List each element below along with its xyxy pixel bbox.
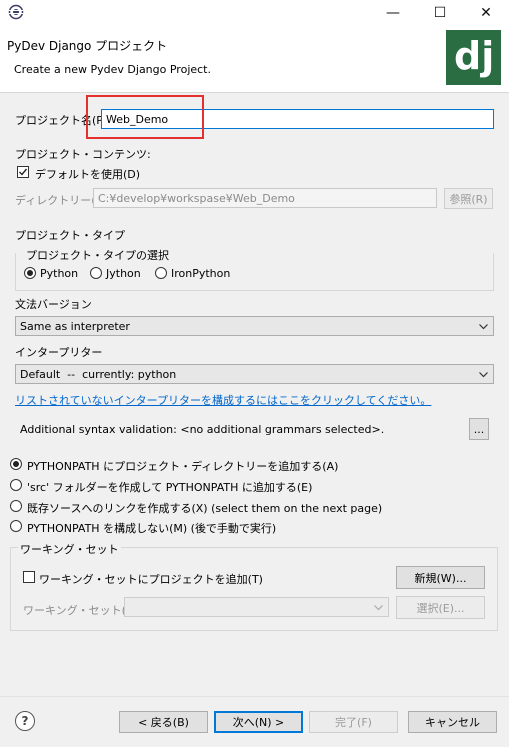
radio-create-src[interactable] xyxy=(10,479,22,491)
next-button[interactable]: 次へ(N) > xyxy=(214,711,303,733)
grammar-version-value: Same as interpreter xyxy=(20,319,130,333)
radio-link-existing[interactable] xyxy=(10,500,22,512)
django-logo: dj xyxy=(446,30,501,85)
wizard-title: PyDev Django プロジェクト xyxy=(7,39,168,53)
wizard-header: PyDev Django プロジェクト Create a new Pydev D… xyxy=(0,26,509,92)
project-type-group-label: プロジェクト・タイプの選択 xyxy=(24,247,171,263)
add-working-set-checkbox[interactable] xyxy=(23,571,35,583)
use-default-label: デフォルトを使用(D) xyxy=(35,168,141,181)
back-button[interactable]: < 戻る(B) xyxy=(119,711,208,733)
radio-no-config-label: PYTHONPATH を構成しない(M) (後で手動で実行) xyxy=(27,522,277,535)
radio-add-project-dir-label: PYTHONPATH にプロジェクト・ディレクトリーを追加する(A) xyxy=(27,460,339,473)
syntax-validation-button[interactable]: ... xyxy=(469,418,489,440)
directory-input[interactable]: C:¥develop¥workspase¥Web_Demo xyxy=(93,188,437,208)
maximize-button[interactable]: ☐ xyxy=(418,0,462,26)
footer-divider xyxy=(0,696,509,697)
interpreter-value: Default -- currently: python xyxy=(20,367,177,381)
select-working-set-button[interactable]: 選択(E)... xyxy=(396,596,485,619)
close-button[interactable]: ✕ xyxy=(464,0,508,26)
radio-create-src-label: 'src' フォルダーを作成して PYTHONPATH に追加する(E) xyxy=(27,481,313,494)
radio-python[interactable] xyxy=(24,267,36,279)
title-bar: — ☐ ✕ xyxy=(0,0,509,26)
minimize-button[interactable]: — xyxy=(371,0,415,26)
radio-jython[interactable] xyxy=(90,267,102,279)
radio-add-project-dir[interactable] xyxy=(10,458,22,470)
add-working-set-label: ワーキング・セットにプロジェクトを追加(T) xyxy=(39,573,263,586)
radio-ironpython[interactable] xyxy=(155,267,167,279)
grammar-version-select[interactable]: Same as interpreter xyxy=(15,316,494,336)
grammar-version-label: 文法バージョン xyxy=(15,298,92,311)
project-type-section-label: プロジェクト・タイプ xyxy=(15,229,125,242)
new-working-set-button[interactable]: 新規(W)... xyxy=(396,566,485,589)
working-set-group-label: ワーキング・セット xyxy=(18,541,121,557)
header-divider xyxy=(0,92,509,93)
use-default-checkbox[interactable] xyxy=(17,166,29,178)
cancel-button[interactable]: キャンセル xyxy=(408,711,497,733)
chevron-down-icon xyxy=(479,324,488,330)
help-icon[interactable]: ? xyxy=(15,711,35,731)
project-name-label: プロジェクト名(P): xyxy=(15,114,111,127)
eclipse-icon xyxy=(8,4,24,20)
checkmark-icon xyxy=(19,168,28,176)
interpreter-select[interactable]: Default -- currently: python xyxy=(15,364,494,384)
browse-button[interactable]: 参照(R) xyxy=(444,188,493,209)
project-contents-label: プロジェクト・コンテンツ: xyxy=(15,148,151,161)
chevron-down-icon xyxy=(374,605,383,611)
radio-link-existing-label: 既存ソースへのリンクを作成する(X) (select them on the n… xyxy=(27,502,383,515)
radio-no-config[interactable] xyxy=(10,520,22,532)
radio-jython-label: Jython xyxy=(106,267,141,280)
configure-interpreter-link[interactable]: リストされていないインタープリターを構成するにはここをクリックしてください。 xyxy=(15,392,431,408)
radio-python-label: Python xyxy=(40,267,79,280)
working-sets-select[interactable] xyxy=(124,597,389,617)
radio-ironpython-label: IronPython xyxy=(171,267,231,280)
project-name-input[interactable]: Web_Demo xyxy=(101,109,494,129)
syntax-validation-label: Additional syntax validation: <no additi… xyxy=(20,423,385,436)
interpreter-label: インタープリター xyxy=(15,346,103,359)
finish-button[interactable]: 完了(F) xyxy=(309,711,398,733)
chevron-down-icon xyxy=(479,372,488,378)
wizard-message: Create a new Pydev Django Project. xyxy=(14,63,211,76)
